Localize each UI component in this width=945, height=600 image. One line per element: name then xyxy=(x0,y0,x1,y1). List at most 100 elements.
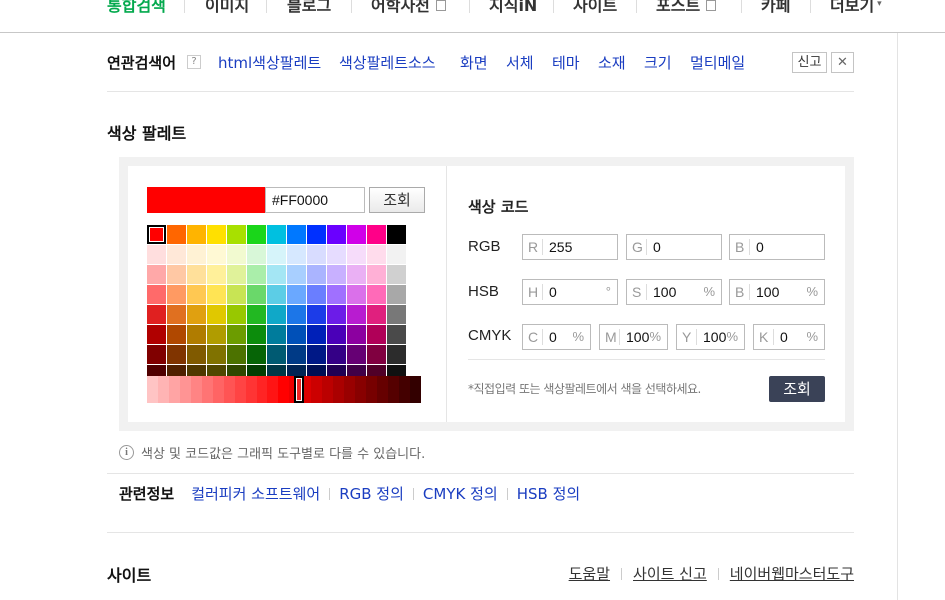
color-swatch[interactable] xyxy=(287,285,306,304)
hex-lookup-button[interactable]: 조회 xyxy=(369,187,425,213)
shade-step[interactable] xyxy=(344,376,356,403)
color-swatch[interactable] xyxy=(147,225,166,244)
shade-step[interactable] xyxy=(409,376,421,403)
color-swatch[interactable] xyxy=(367,325,386,344)
tab-blog[interactable]: 블로그 xyxy=(287,0,331,16)
color-swatch[interactable] xyxy=(207,245,226,264)
color-swatch[interactable] xyxy=(287,345,306,364)
color-swatch[interactable] xyxy=(327,285,346,304)
color-swatch[interactable] xyxy=(367,305,386,324)
shade-slider[interactable] xyxy=(147,376,421,403)
color-swatch[interactable] xyxy=(227,245,246,264)
related-keyword-link[interactable]: 테마 xyxy=(552,52,580,73)
color-swatch[interactable] xyxy=(167,285,186,304)
shade-step[interactable] xyxy=(355,376,367,403)
color-swatch[interactable] xyxy=(207,265,226,284)
color-swatch[interactable] xyxy=(167,345,186,364)
color-swatch[interactable] xyxy=(267,265,286,284)
shade-step[interactable] xyxy=(190,376,202,403)
color-swatch[interactable] xyxy=(387,345,406,364)
color-swatch[interactable] xyxy=(267,225,286,244)
shade-step[interactable] xyxy=(201,376,213,403)
close-icon[interactable]: ✕ xyxy=(831,52,854,73)
color-swatch[interactable] xyxy=(207,285,226,304)
color-swatch[interactable] xyxy=(287,225,306,244)
color-swatch[interactable] xyxy=(187,245,206,264)
color-swatch[interactable] xyxy=(147,265,166,284)
c-field[interactable]: C 0% xyxy=(522,324,591,350)
shade-step[interactable] xyxy=(267,376,279,403)
color-swatch[interactable] xyxy=(187,345,206,364)
related-link-cmyk[interactable]: CMYK 정의 xyxy=(423,483,498,504)
help-icon[interactable]: ? xyxy=(187,55,201,69)
shade-step[interactable] xyxy=(234,376,246,403)
color-swatch[interactable] xyxy=(327,325,346,344)
color-swatch[interactable] xyxy=(307,305,326,324)
related-link-color-picker[interactable]: 컬러피커 소프트웨어 xyxy=(191,483,320,504)
shade-step[interactable] xyxy=(366,376,378,403)
shade-step[interactable] xyxy=(212,376,224,403)
shade-step[interactable] xyxy=(278,376,290,403)
color-swatch[interactable] xyxy=(327,305,346,324)
color-swatch[interactable] xyxy=(207,305,226,324)
color-swatch[interactable] xyxy=(147,345,166,364)
color-swatch[interactable] xyxy=(247,265,266,284)
related-link-hsb[interactable]: HSB 정의 xyxy=(517,483,580,504)
shade-step[interactable] xyxy=(333,376,345,403)
color-swatch[interactable] xyxy=(207,345,226,364)
color-swatch[interactable] xyxy=(247,345,266,364)
shade-step[interactable] xyxy=(256,376,268,403)
color-swatch[interactable] xyxy=(187,225,206,244)
tab-site[interactable]: 사이트 xyxy=(573,0,617,16)
color-swatch[interactable] xyxy=(367,245,386,264)
color-swatch[interactable] xyxy=(267,305,286,324)
color-swatch[interactable] xyxy=(167,225,186,244)
color-swatch[interactable] xyxy=(387,245,406,264)
related-keyword-link[interactable]: 색상팔레트소스 xyxy=(339,52,436,73)
shade-step[interactable] xyxy=(322,376,334,403)
color-swatch[interactable] xyxy=(147,245,166,264)
tab-images[interactable]: 이미지 xyxy=(205,0,249,16)
color-swatch[interactable] xyxy=(167,305,186,324)
related-keyword-link[interactable]: 멀티메일 xyxy=(690,52,745,73)
related-keyword-link[interactable]: 서체 xyxy=(506,52,534,73)
color-swatch[interactable] xyxy=(147,285,166,304)
color-swatch[interactable] xyxy=(387,265,406,284)
color-swatch[interactable] xyxy=(227,345,246,364)
color-swatch[interactable] xyxy=(187,285,206,304)
color-swatch[interactable] xyxy=(307,225,326,244)
color-swatch[interactable] xyxy=(347,225,366,244)
color-swatch[interactable] xyxy=(247,245,266,264)
shade-step[interactable] xyxy=(245,376,257,403)
related-link-rgb[interactable]: RGB 정의 xyxy=(339,483,404,504)
color-swatch[interactable] xyxy=(247,225,266,244)
webmaster-tools-link[interactable]: 네이버웹마스터도구 xyxy=(730,563,854,584)
color-swatch[interactable] xyxy=(287,265,306,284)
color-swatch[interactable] xyxy=(367,285,386,304)
color-swatch[interactable] xyxy=(307,245,326,264)
tab-post[interactable]: 포스트 xyxy=(656,0,717,16)
help-link[interactable]: 도움말 xyxy=(569,563,610,584)
color-swatch[interactable] xyxy=(247,285,266,304)
hex-input[interactable]: #FF0000 xyxy=(265,187,365,213)
color-swatch[interactable] xyxy=(327,225,346,244)
related-keyword-link[interactable]: 크기 xyxy=(644,52,672,73)
color-swatch[interactable] xyxy=(387,285,406,304)
shade-step[interactable] xyxy=(157,376,169,403)
color-swatch[interactable] xyxy=(347,325,366,344)
color-swatch[interactable] xyxy=(227,225,246,244)
color-swatch[interactable] xyxy=(327,245,346,264)
color-swatch[interactable] xyxy=(147,305,166,324)
color-swatch[interactable] xyxy=(307,265,326,284)
color-swatch[interactable] xyxy=(347,265,366,284)
color-swatch[interactable] xyxy=(267,285,286,304)
h-field[interactable]: H 0 ° xyxy=(522,279,618,305)
shade-step[interactable] xyxy=(168,376,180,403)
color-swatch[interactable] xyxy=(167,245,186,264)
site-report-link[interactable]: 사이트 신고 xyxy=(633,563,707,584)
report-button[interactable]: 신고 xyxy=(792,52,827,73)
color-swatch[interactable] xyxy=(327,265,346,284)
related-keyword-link[interactable]: html색상팔레트 xyxy=(218,52,321,73)
color-swatch[interactable] xyxy=(267,325,286,344)
color-swatch[interactable] xyxy=(347,245,366,264)
